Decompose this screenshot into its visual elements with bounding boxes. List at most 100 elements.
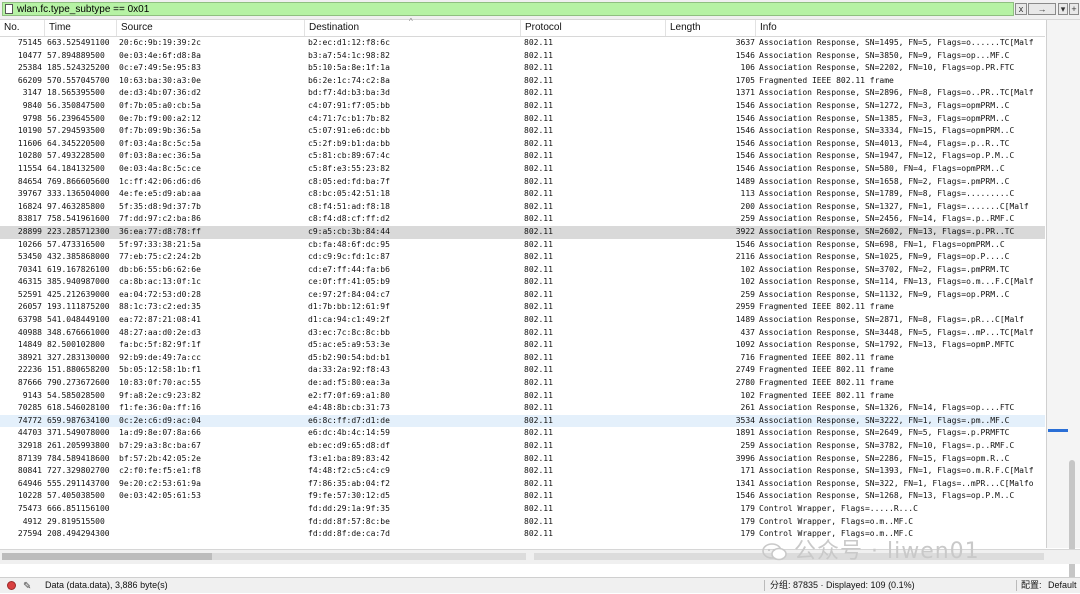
packet-time: 555.291143700 <box>47 478 110 488</box>
apply-filter-button[interactable]: → <box>1028 3 1056 15</box>
packet-row[interactable]: 40988 348.676661000 48:27:aa:d0:2e:d3 d3:ec… <box>0 327 1045 340</box>
packet-row[interactable]: 22236 151.880658200 5b:05:12:58:1b:f1 da:33… <box>0 364 1045 377</box>
packet-protocol: 802.11 <box>524 138 553 148</box>
add-filter-button[interactable]: + <box>1069 3 1079 15</box>
packet-row[interactable]: 64946 555.291143700 9e:20:c2:53:61:9a f7:86… <box>0 478 1045 491</box>
packet-row[interactable]: 10228 57.405038500 0e:03:42:05:61:53 f9:fe:… <box>0 490 1045 503</box>
filter-history-dropdown[interactable]: ▾ <box>1058 3 1068 15</box>
packet-destination: b5:10:5a:8e:1f:1a <box>308 63 390 73</box>
packet-row[interactable]: 84654 769.866605600 1c:ff:42:06:d6:d6 c8:05… <box>0 176 1045 189</box>
packet-list-vertical-scrollbar[interactable] <box>1046 20 1080 580</box>
column-header-source[interactable]: Source <box>117 20 305 36</box>
packet-row[interactable]: 26057 193.111875200 88:1c:73:c2:ed:35 d1:7b… <box>0 301 1045 314</box>
packet-row-selected[interactable]: 28899 223.285712300 36:ea:77:d8:78:ff c9:a5… <box>0 225 1045 239</box>
packet-row[interactable]: 83817 758.541961600 7f:dd:97:c2:ba:86 c8:f4… <box>0 213 1045 226</box>
horizontal-scroll-thumb[interactable] <box>2 553 212 560</box>
display-filter-input[interactable]: wlan.fc.type_subtype == 0x01 <box>2 2 1014 16</box>
packet-number: 80841 <box>17 466 42 476</box>
packet-destination: c8:bc:05:42:51:18 <box>308 189 390 199</box>
packet-number: 66209 <box>17 75 42 85</box>
packet-number: 28899 <box>17 226 42 236</box>
clear-filter-button[interactable]: x <box>1015 3 1027 15</box>
packet-row[interactable]: 44703 371.549078000 1a:d9:8e:07:8a:66 e6:dc… <box>0 427 1045 440</box>
packet-length: 3922 <box>735 226 755 236</box>
packet-row[interactable]: 10266 57.473316500 5f:97:33:38:21:5a cb:fa:… <box>0 239 1045 252</box>
packet-row[interactable]: 9143 54.585028500 9f:a8:2e:c9:23:82 e2:f7:0… <box>0 390 1045 403</box>
packet-info: Association Response, SN=3782, FN=10, Fl… <box>759 441 1015 450</box>
packet-length: 2780 <box>735 378 755 388</box>
status-profile-value[interactable]: Default <box>1048 578 1077 593</box>
packet-row[interactable]: 52591 425.212639000 ea:04:72:53:d0:28 ce:97… <box>0 289 1045 302</box>
packet-row[interactable]: 87139 784.589418600 bf:57:2b:42:05:2e f3:e1… <box>0 453 1045 466</box>
packet-row[interactable]: 11606 64.345220500 0f:03:4a:8c:5c:5a c5:2f:… <box>0 138 1045 151</box>
packet-number: 53450 <box>17 252 42 262</box>
packet-row[interactable]: 10477 57.894889500 0e:03:4e:6f:d8:8a b3:a7:… <box>0 50 1045 63</box>
display-filter-text[interactable]: wlan.fc.type_subtype == 0x01 <box>17 3 149 16</box>
packet-info: Association Response, SN=1658, FN=2, Fla… <box>759 176 1010 186</box>
packet-row[interactable]: 63798 541.048449100 ea:72:87:21:08:41 d1:ca… <box>0 314 1045 327</box>
packet-row[interactable]: 75145 663.525491100 20:6c:9b:19:39:2c b2:ec… <box>0 37 1045 50</box>
packet-number: 84654 <box>17 176 42 186</box>
expert-info-icon[interactable] <box>7 581 16 590</box>
packet-source: 0c:2e:c6:d9:ac:04 <box>119 415 201 425</box>
packet-protocol: 802.11 <box>524 415 553 425</box>
column-header-length[interactable]: Length <box>666 20 756 36</box>
column-header-destination[interactable]: Destination <box>305 20 521 36</box>
packet-number: 25384 <box>17 63 42 73</box>
packet-row[interactable]: 39767 333.136504000 4e:fe:e5:d9:ab:aa c8:bc… <box>0 188 1045 201</box>
packet-row[interactable]: 3147 18.565395500 de:d3:4b:07:36:d2 bd:f7:4… <box>0 87 1045 100</box>
packet-protocol: 802.11 <box>524 201 553 211</box>
packet-time: 151.880658200 <box>47 365 110 375</box>
packet-source: bf:57:2b:42:05:2e <box>119 453 201 463</box>
packet-protocol: 802.11 <box>524 352 553 362</box>
packet-time: 327.283130000 <box>47 352 110 362</box>
packet-source: 36:ea:77:d8:78:ff <box>119 226 201 236</box>
packet-row[interactable]: 38921 327.283130000 92:b9:de:49:7a:cc d5:b2… <box>0 352 1045 365</box>
packet-info: Association Response, SN=3222, FN=1, Fla… <box>759 415 1010 425</box>
packet-row[interactable]: 70285 618.546028100 f1:fe:36:0a:ff:16 e4:48… <box>0 402 1045 415</box>
packet-row[interactable]: 74772 659.987634100 0c:2e:c6:d9:ac:04 e6:8c… <box>0 414 1045 428</box>
packet-source: 0e:03:4a:8c:5c:ce <box>119 163 201 173</box>
packet-source: ca:8b:ac:13:0f:1c <box>119 277 201 287</box>
packet-time: 82.500102800 <box>47 340 105 350</box>
packet-row[interactable]: 66209 570.557045700 10:63:ba:30:a3:0e b6:2e… <box>0 75 1045 88</box>
packet-time: 261.205993800 <box>47 441 110 450</box>
column-header-info[interactable]: Info <box>756 20 1045 36</box>
packet-row[interactable]: 14849 82.500102800 fa:bc:5f:82:9f:1f d5:ac:… <box>0 339 1045 352</box>
packet-row[interactable]: 87666 790.273672600 10:83:0f:70:ac:55 de:ad… <box>0 377 1045 390</box>
packet-row[interactable]: 11554 64.184132500 0e:03:4a:8c:5c:ce c5:8f:… <box>0 163 1045 176</box>
column-header-no[interactable]: No. <box>0 20 45 36</box>
packet-info: Association Response, SN=2896, FN=8, Fla… <box>759 88 1034 98</box>
filter-bookmark-icon[interactable] <box>5 4 13 14</box>
packet-row[interactable]: 70341 619.167826100 db:b6:55:b6:62:6e cd:e7… <box>0 264 1045 277</box>
packet-row[interactable]: 32918 261.205993800 b7:29:a3:8c:ba:67 eb:ec… <box>0 440 1045 453</box>
packet-source: db:b6:55:b6:62:6e <box>119 264 201 274</box>
packet-row[interactable]: 9840 56.350847500 0f:7b:05:a0:cb:5a c4:07:9… <box>0 100 1045 113</box>
packet-time: 727.329802700 <box>47 466 110 476</box>
packet-time: 659.987634100 <box>47 415 110 425</box>
packet-source: 0f:7b:05:a0:cb:5a <box>119 100 201 110</box>
packet-number: 75473 <box>17 503 42 513</box>
packet-row[interactable]: 75473 666.851156100 fd:dd:29:1a:9f:35 802.1… <box>0 503 1045 516</box>
packet-info: Fragmented IEEE 802.11 frame <box>759 365 894 375</box>
column-header-protocol[interactable]: Protocol <box>521 20 666 36</box>
packet-time: 223.285712300 <box>47 226 110 236</box>
packet-row[interactable]: 25384 185.524325200 0c:e7:49:5e:95:83 b5:10… <box>0 62 1045 75</box>
packet-row[interactable]: 10280 57.493228500 0f:03:8a:ec:36:5a c5:81:… <box>0 150 1045 163</box>
packet-row[interactable]: 10190 57.294593500 0f:7b:09:9b:36:5a c5:07:… <box>0 125 1045 138</box>
packet-time: 784.589418600 <box>47 453 110 463</box>
packet-source: 0e:03:42:05:61:53 <box>119 491 201 501</box>
packet-number: 27594 <box>17 529 42 539</box>
column-header-time[interactable]: Time <box>45 20 117 36</box>
packet-row[interactable]: 9798 56.239645500 0e:7b:f9:00:a2:12 c4:71:7… <box>0 113 1045 126</box>
packet-source: 88:1c:73:c2:ed:35 <box>119 302 201 312</box>
packet-list[interactable]: 75145 663.525491100 20:6c:9b:19:39:2c b2:ec… <box>0 37 1045 547</box>
packet-row[interactable]: 80841 727.329802700 c2:f0:fe:f5:e1:f8 f4:48… <box>0 465 1045 478</box>
packet-length: 106 <box>740 63 755 73</box>
packet-row[interactable]: 53450 432.385868000 77:eb:75:c2:24:2b cd:c9… <box>0 251 1045 264</box>
packet-length: 437 <box>740 327 755 337</box>
packet-row[interactable]: 46315 385.940987000 ca:8b:ac:13:0f:1c ce:0f… <box>0 276 1045 289</box>
packet-row[interactable]: 16824 97.463285800 5f:35:d8:9d:37:7b c8:f4:… <box>0 201 1045 214</box>
packet-row[interactable]: 4912 29.819515500 fd:dd:8f:57:8c:be 802.11 1… <box>0 516 1045 529</box>
packet-time: 185.524325200 <box>47 63 110 73</box>
